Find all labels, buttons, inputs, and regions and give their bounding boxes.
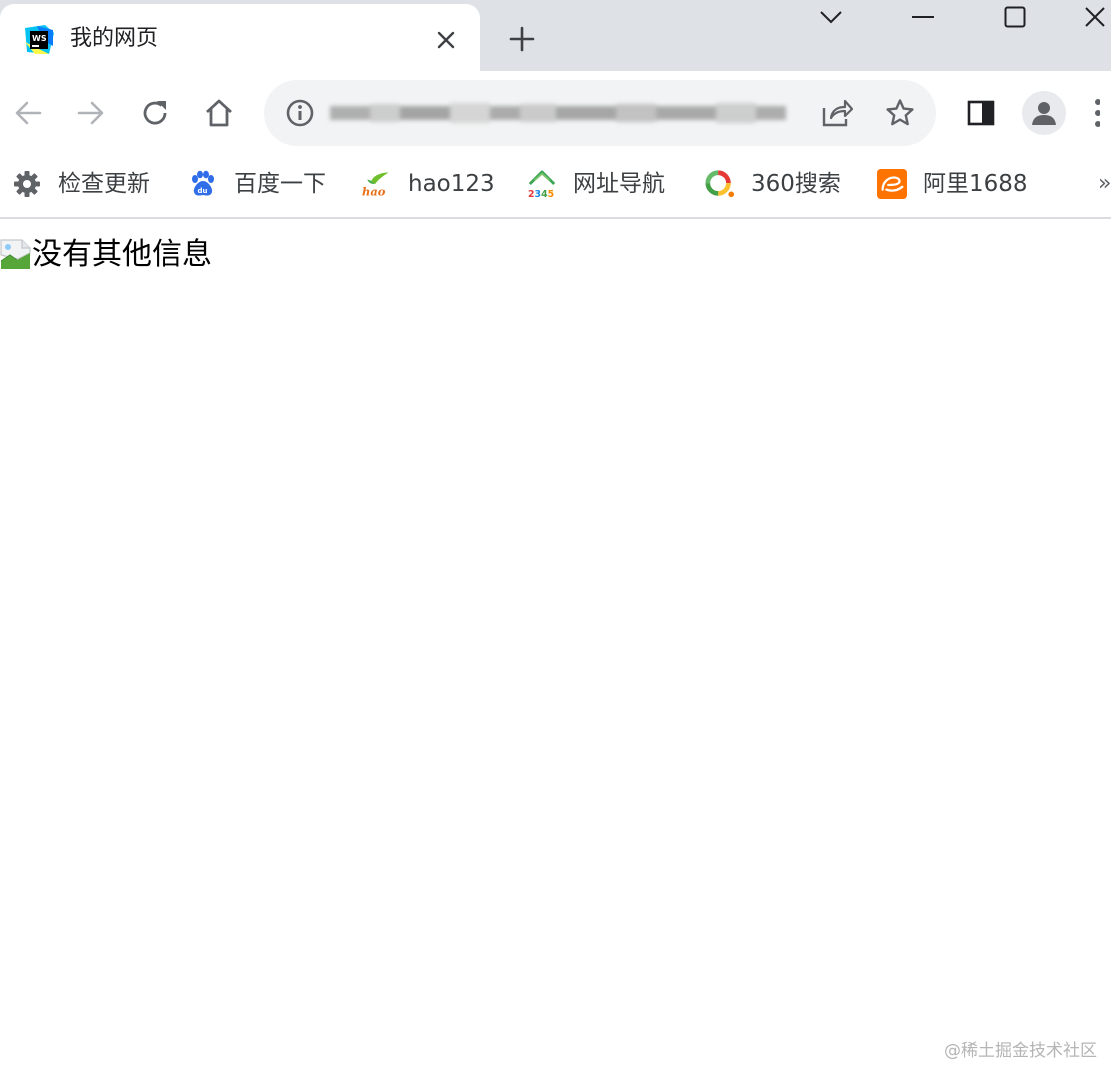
tab-strip: WS 我的网页	[0, 0, 1111, 71]
hao123-icon: hao	[362, 169, 392, 199]
profile-button[interactable]	[1022, 91, 1066, 135]
svg-text:WS: WS	[32, 34, 47, 43]
bookmark-label: 检查更新	[58, 171, 150, 197]
tab-search-button[interactable]	[808, 0, 854, 34]
share-button[interactable]	[821, 97, 853, 129]
maximize-button[interactable]	[992, 0, 1038, 34]
svg-text:3: 3	[535, 189, 542, 200]
broken-image: 没有其他信息	[0, 235, 212, 275]
gear-icon	[12, 169, 42, 199]
page-content: 没有其他信息	[0, 221, 1111, 1067]
profile-icon	[1032, 102, 1056, 125]
close-window-button[interactable]	[1084, 0, 1111, 34]
minimize-button[interactable]	[900, 0, 946, 34]
close-window-icon	[1085, 7, 1105, 27]
bookmark-360-search[interactable]: 360搜索	[705, 167, 841, 201]
bookmark-2345[interactable]: 2 3 4 5 网址导航	[527, 167, 665, 201]
forward-button[interactable]	[69, 91, 113, 135]
360-search-icon	[705, 169, 735, 199]
tab-title: 我的网页	[70, 26, 159, 51]
browser-menu-button[interactable]	[1090, 91, 1111, 135]
reload-icon	[143, 101, 167, 125]
bookmark-label: 网址导航	[573, 171, 665, 197]
minimize-icon	[912, 16, 934, 18]
url-input[interactable]	[330, 100, 790, 126]
forward-icon	[77, 101, 104, 125]
back-button[interactable]	[6, 91, 50, 135]
baidu-icon: du	[188, 169, 218, 199]
image-alt-text: 没有其他信息	[32, 237, 212, 272]
alibaba-1688-icon	[877, 169, 907, 199]
more-bookmarks-button[interactable]: »	[1098, 169, 1111, 199]
bookmark-alibaba-1688[interactable]: 阿里1688	[877, 167, 1028, 201]
star-icon	[886, 99, 914, 126]
back-icon	[15, 101, 42, 125]
bookmark-label: 百度一下	[234, 171, 326, 197]
browser-toolbar	[0, 71, 1111, 155]
plus-icon	[509, 26, 535, 52]
close-icon	[437, 31, 455, 49]
home-icon	[206, 99, 232, 127]
bookmark-label: hao123	[408, 171, 495, 197]
watermark: @稀土掘金技术社区	[944, 1041, 1097, 1061]
webstorm-icon: WS	[25, 25, 54, 54]
bookmark-star-button[interactable]	[884, 97, 916, 129]
home-button[interactable]	[197, 91, 241, 135]
broken-image-icon	[0, 239, 31, 269]
bookmark-hao123[interactable]: hao hao123	[362, 167, 495, 201]
maximize-icon	[1004, 6, 1026, 28]
new-tab-button[interactable]	[503, 20, 541, 58]
share-icon	[822, 99, 853, 127]
svg-text:5: 5	[548, 189, 555, 200]
svg-text:2: 2	[528, 189, 535, 200]
2345-icon: 2 3 4 5	[527, 169, 557, 200]
svg-text:du: du	[198, 187, 208, 195]
bookmark-check-update[interactable]: 检查更新	[12, 167, 150, 201]
menu-icon	[1095, 99, 1100, 127]
active-tab[interactable]: WS 我的网页	[0, 4, 480, 71]
side-panel-button[interactable]	[959, 91, 1003, 135]
svg-text:hao: hao	[362, 184, 386, 198]
site-info-button[interactable]	[284, 97, 316, 129]
address-bar[interactable]	[264, 80, 936, 146]
bookmark-baidu[interactable]: du 百度一下	[188, 167, 326, 201]
chevron-down-icon	[820, 11, 842, 24]
tab-close-button[interactable]	[430, 24, 462, 56]
bookmark-label: 阿里1688	[923, 171, 1028, 197]
bookmark-label: 360搜索	[751, 171, 841, 197]
bookmarks-bar: 检查更新 du 百度一下 hao hao123 2 3 4 5 网址导航 360…	[0, 155, 1111, 219]
side-panel-icon	[967, 100, 995, 126]
reload-button[interactable]	[133, 91, 177, 135]
info-icon	[286, 99, 314, 127]
